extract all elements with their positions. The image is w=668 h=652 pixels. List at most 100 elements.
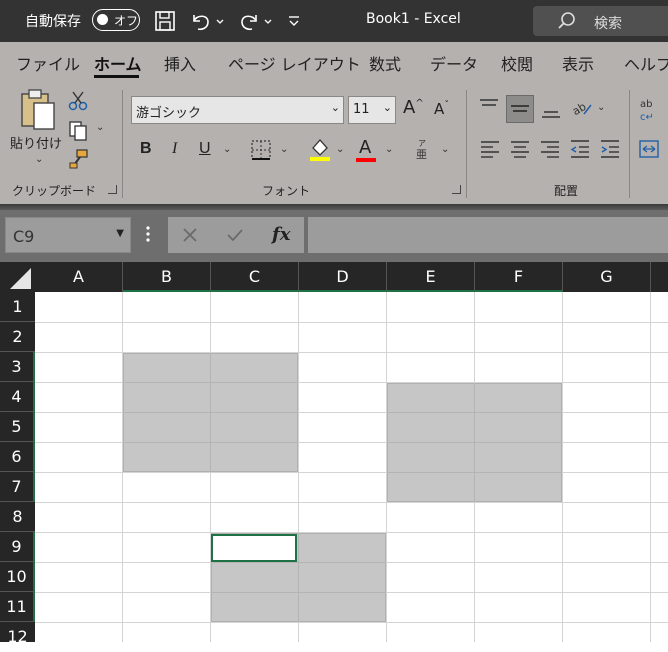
align-center-icon[interactable] xyxy=(509,138,531,160)
tab-insert[interactable]: 挿入 xyxy=(164,51,196,75)
paste-dropdown-icon[interactable]: ⌄ xyxy=(35,154,43,165)
tab-formulas[interactable]: 数式 xyxy=(369,51,401,75)
underline-button[interactable]: U xyxy=(199,140,211,158)
fill-color-icon[interactable] xyxy=(308,136,332,162)
decrease-indent-icon[interactable] xyxy=(569,138,591,160)
font-size-combo[interactable]: 11 ⌄ xyxy=(348,96,396,124)
group-separator xyxy=(466,90,467,198)
font-name-combo[interactable]: 游ゴシック ⌄ xyxy=(131,96,344,124)
tab-home[interactable]: ホーム xyxy=(94,51,142,75)
group-separator xyxy=(629,90,630,198)
grid-line xyxy=(35,322,668,323)
search-box[interactable]: 検索 xyxy=(533,6,668,36)
column-header-b[interactable]: B xyxy=(123,262,211,292)
italic-button[interactable]: I xyxy=(172,140,177,158)
row-header-3[interactable]: 3 xyxy=(0,352,35,382)
merge-center-icon[interactable] xyxy=(638,138,660,160)
copy-icon[interactable] xyxy=(68,120,90,142)
tab-view[interactable]: 表示 xyxy=(562,51,594,75)
orientation-icon[interactable]: ab xyxy=(570,96,594,120)
column-header-g[interactable]: G xyxy=(563,262,651,292)
phonetic-dropdown-icon[interactable]: ⌄ xyxy=(441,144,449,155)
top-align-icon[interactable] xyxy=(478,96,500,122)
row-header-7[interactable]: 7 xyxy=(0,472,35,502)
format-painter-icon[interactable] xyxy=(68,148,90,170)
column-header-a[interactable]: A xyxy=(35,262,123,292)
increase-indent-icon[interactable] xyxy=(599,138,621,160)
tab-page-layout[interactable]: ページ レイアウト xyxy=(228,51,361,75)
column-header-e[interactable]: E xyxy=(387,262,475,292)
clipboard-dialog-launcher-icon[interactable] xyxy=(108,185,117,194)
font-color-swatch xyxy=(356,158,376,162)
wrap-text-icon[interactable]: ab c↵ xyxy=(638,96,662,124)
bold-button[interactable]: B xyxy=(140,140,152,158)
row-header-12[interactable]: 12 xyxy=(0,622,35,646)
middle-align-button[interactable] xyxy=(506,95,534,123)
autosave-label: 自動保存 xyxy=(25,14,81,30)
svg-text:ab: ab xyxy=(570,100,588,118)
chevron-down-icon: ⌄ xyxy=(382,101,392,114)
orientation-dropdown-icon[interactable]: ⌄ xyxy=(597,102,605,113)
phonetic-guide-icon[interactable]: ア 亜 xyxy=(414,137,432,161)
font-color-button[interactable]: A xyxy=(359,137,371,158)
worksheet-grid[interactable]: A B C D E F G 1 2 3 4 5 6 7 8 9 10 11 12 xyxy=(0,262,668,646)
align-left-icon[interactable] xyxy=(479,138,501,160)
column-header-h[interactable] xyxy=(651,262,668,292)
autosave-toggle[interactable]: オフ xyxy=(92,9,140,31)
document-title: Book1 - Excel xyxy=(366,11,461,27)
column-header-f[interactable]: F xyxy=(475,262,563,292)
borders-dropdown-icon[interactable]: ⌄ xyxy=(280,144,288,155)
chevron-down-icon: ⌄ xyxy=(330,101,340,114)
more-options-icon[interactable] xyxy=(146,224,150,244)
row-header-8[interactable]: 8 xyxy=(0,502,35,532)
cancel-icon[interactable] xyxy=(182,227,198,243)
row-header-5[interactable]: 5 xyxy=(0,412,35,442)
borders-icon[interactable] xyxy=(250,139,272,161)
row-header-2[interactable]: 2 xyxy=(0,322,35,352)
chevron-down-icon: ▼ xyxy=(116,228,124,239)
bottom-align-icon[interactable] xyxy=(540,96,562,122)
customize-qat-icon[interactable] xyxy=(286,9,302,33)
grid-line xyxy=(123,412,298,413)
column-header-d[interactable]: D xyxy=(299,262,387,292)
ribbon-tabs: ファイル ホーム 挿入 ページ レイアウト 数式 データ 校閲 表示 ヘルプ xyxy=(0,42,668,82)
search-icon xyxy=(558,12,575,29)
paste-icon[interactable] xyxy=(18,88,58,132)
select-all-button[interactable] xyxy=(0,262,35,292)
grid-line xyxy=(387,412,562,413)
tab-file[interactable]: ファイル xyxy=(16,51,80,75)
grid-line xyxy=(562,292,563,642)
tab-help[interactable]: ヘルプ xyxy=(624,51,668,75)
name-box[interactable]: C9 ▼ xyxy=(5,217,131,253)
row-header-6[interactable]: 6 xyxy=(0,442,35,472)
save-icon[interactable] xyxy=(154,9,176,33)
align-right-icon[interactable] xyxy=(539,138,561,160)
underline-dropdown-icon[interactable]: ⌄ xyxy=(223,144,231,155)
redo-icon[interactable] xyxy=(236,9,276,33)
active-tab-indicator xyxy=(94,75,139,78)
column-header-c[interactable]: C xyxy=(211,262,299,292)
paste-button[interactable]: 貼り付け xyxy=(10,133,62,152)
decrease-font-size-icon[interactable]: Aˇ xyxy=(434,100,449,118)
font-dialog-launcher-icon[interactable] xyxy=(452,185,461,194)
font-color-dropdown-icon[interactable]: ⌄ xyxy=(385,144,393,155)
grid-line xyxy=(387,472,562,473)
increase-font-size-icon[interactable]: A^ xyxy=(403,97,424,118)
tab-data[interactable]: データ xyxy=(430,51,478,75)
cut-icon[interactable] xyxy=(68,90,88,112)
formula-input[interactable] xyxy=(308,217,668,253)
copy-dropdown-icon[interactable]: ⌄ xyxy=(96,122,104,133)
row-header-4[interactable]: 4 xyxy=(0,382,35,412)
enter-check-icon[interactable] xyxy=(226,227,244,243)
row-header-11[interactable]: 11 xyxy=(0,592,35,622)
insert-function-button[interactable]: fx xyxy=(272,224,290,245)
row-header-9[interactable]: 9 xyxy=(0,532,35,562)
active-cell-c9[interactable] xyxy=(211,534,297,562)
grid-line xyxy=(35,472,668,473)
svg-text:ア: ア xyxy=(418,139,426,148)
undo-icon[interactable] xyxy=(188,9,228,33)
row-header-10[interactable]: 10 xyxy=(0,562,35,592)
fill-color-dropdown-icon[interactable]: ⌄ xyxy=(336,144,344,155)
tab-review[interactable]: 校閲 xyxy=(501,51,533,75)
row-header-1[interactable]: 1 xyxy=(0,292,35,322)
